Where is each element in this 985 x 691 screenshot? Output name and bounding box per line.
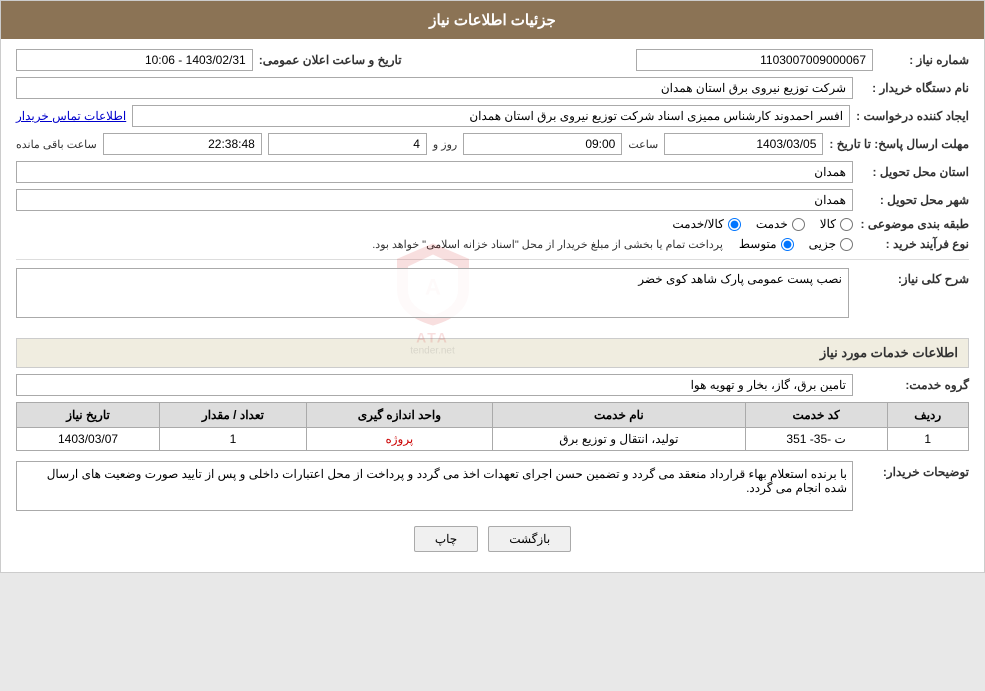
farayand-text: پرداخت تمام یا بخشی از مبلغ خریدار از مح… [372,238,723,251]
radio-kala-khedmat-label: کالا/خدمت [672,217,723,231]
gorohe-khedmat-row: گروه خدمت: تامین برق، گاز، بخار و تهویه … [16,374,969,396]
ijad-konande-row: ایجاد کننده درخواست : افسر احمدوند کارشن… [16,105,969,127]
nooe-farayand-label: نوع فرآیند خرید : [859,237,969,251]
page-wrapper: جزئیات اطلاعات نیاز شماره نیاز : 1103007… [0,0,985,573]
sharh-row: شرح کلی نیاز: A ATA tender.net نصب پست ع… [16,268,969,328]
ostan-tahvil-value: همدان [16,161,853,183]
shomara-niaz-value: 1103007009000067 [636,49,873,71]
ijad-konande-value: افسر احمدوند کارشناس ممیزی اسناد شرکت تو… [132,105,850,127]
radio-kala-label: کالا [820,217,836,231]
radio-kala-khedmat[interactable]: کالا/خدمت [672,217,740,231]
shahr-tahvil-label: شهر محل تحویل : [859,193,969,207]
table-row: 1ت -35- 351تولید، انتقال و توزیع برقپروژ… [17,428,969,451]
ijad-konande-link[interactable]: اطلاعات تماس خریدار [16,109,126,123]
tawsif-row: توضیحات خریدار: [16,461,969,511]
gorohe-khedmat-value: تامین برق، گاز، بخار و تهویه هوا [16,374,853,396]
shahr-row: شهر محل تحویل : همدان [16,189,969,211]
nooe-farayand-row: نوع فرآیند خرید : جزیی متوسط پرداخت تمام… [16,237,969,251]
col-nam: نام خدمت [492,403,745,428]
mohlat-rooz-label: روز و [433,138,457,151]
tasnif-label: طبقه بندی موضوعی : [859,217,969,231]
shomara-niaz-label: شماره نیاز : [879,53,969,67]
tarikh-elan-value: 1403/02/31 - 10:06 [16,49,253,71]
services-table: ردیف کد خدمت نام خدمت واحد اندازه گیری ت… [16,402,969,451]
radio-khedmat[interactable]: خدمت [756,217,805,231]
page-header: جزئیات اطلاعات نیاز [1,1,984,39]
col-vahed: واحد اندازه گیری [306,403,492,428]
back-button[interactable]: بازگشت [488,526,571,552]
radio-kala[interactable]: کالا [820,217,853,231]
radio-kala-input[interactable] [840,218,853,231]
radio-mottavaset[interactable]: متوسط [739,237,794,251]
tawsif-label: توضیحات خریدار: [859,465,969,479]
radio-khedmat-input[interactable] [792,218,805,231]
tasnif-row: طبقه بندی موضوعی : کالا خدمت کالا/خدمت [16,217,969,231]
mohlat-date: 1403/03/05 [664,133,823,155]
tawsif-textarea[interactable] [16,461,853,511]
tarikh-elan-label: تاریخ و ساعت اعلان عمومی: [259,53,402,67]
radio-jazei[interactable]: جزیی [809,237,853,251]
shahr-tahvil-value: همدان [16,189,853,211]
ostan-row: استان محل تحویل : همدان [16,161,969,183]
mohlat-rooz-value: 4 [268,133,427,155]
col-radif: ردیف [887,403,969,428]
col-tedaad: تعداد / مقدار [160,403,307,428]
khadamat-section-title: اطلاعات خدمات مورد نیاز [16,338,969,368]
nam-dastgah-label: نام دستگاه خریدار : [859,81,969,95]
radio-khedmat-label: خدمت [756,217,788,231]
print-button[interactable]: چاپ [414,526,478,552]
ijad-konande-label: ایجاد کننده درخواست : [856,109,969,123]
main-content: شماره نیاز : 1103007009000067 تاریخ و سا… [1,39,984,572]
divider-1 [16,259,969,260]
tasnif-radio-group: کالا خدمت کالا/خدمت [672,217,853,231]
mohlat-remaining-label: ساعت باقی مانده [16,138,97,151]
radio-jazei-label: جزیی [809,237,836,251]
mohlat-row: مهلت ارسال پاسخ: تا تاریخ : 1403/03/05 س… [16,133,969,155]
col-kod: کد خدمت [745,403,887,428]
page-title: جزئیات اطلاعات نیاز [429,12,556,29]
sharh-value: نصب پست عمومی پارک شاهد کوی خضر [16,268,849,318]
button-row: بازگشت چاپ [16,526,969,552]
radio-jazei-input[interactable] [840,238,853,251]
shomara-row: شماره نیاز : 1103007009000067 تاریخ و سا… [16,49,969,71]
mohlat-label: مهلت ارسال پاسخ: تا تاریخ : [829,137,969,151]
radio-kala-khedmat-input[interactable] [728,218,741,231]
nam-dastgah-row: نام دستگاه خریدار : شرکت توزیع نیروی برق… [16,77,969,99]
mohlat-remaining-value: 22:38:48 [103,133,262,155]
farayand-radio-group: جزیی متوسط [739,237,853,251]
mohlat-saat-value: 09:00 [463,133,622,155]
ostan-tahvil-label: استان محل تحویل : [859,165,969,179]
col-tarikh: تاریخ نیاز [17,403,160,428]
gorohe-khedmat-label: گروه خدمت: [859,378,969,392]
radio-mottavaset-input[interactable] [781,238,794,251]
sharh-label: شرح کلی نیاز: [859,272,969,286]
radio-mottavaset-label: متوسط [739,237,777,251]
mohlat-saat-label: ساعت [628,138,658,151]
nam-dastgah-value: شرکت توزیع نیروی برق استان همدان [16,77,853,99]
